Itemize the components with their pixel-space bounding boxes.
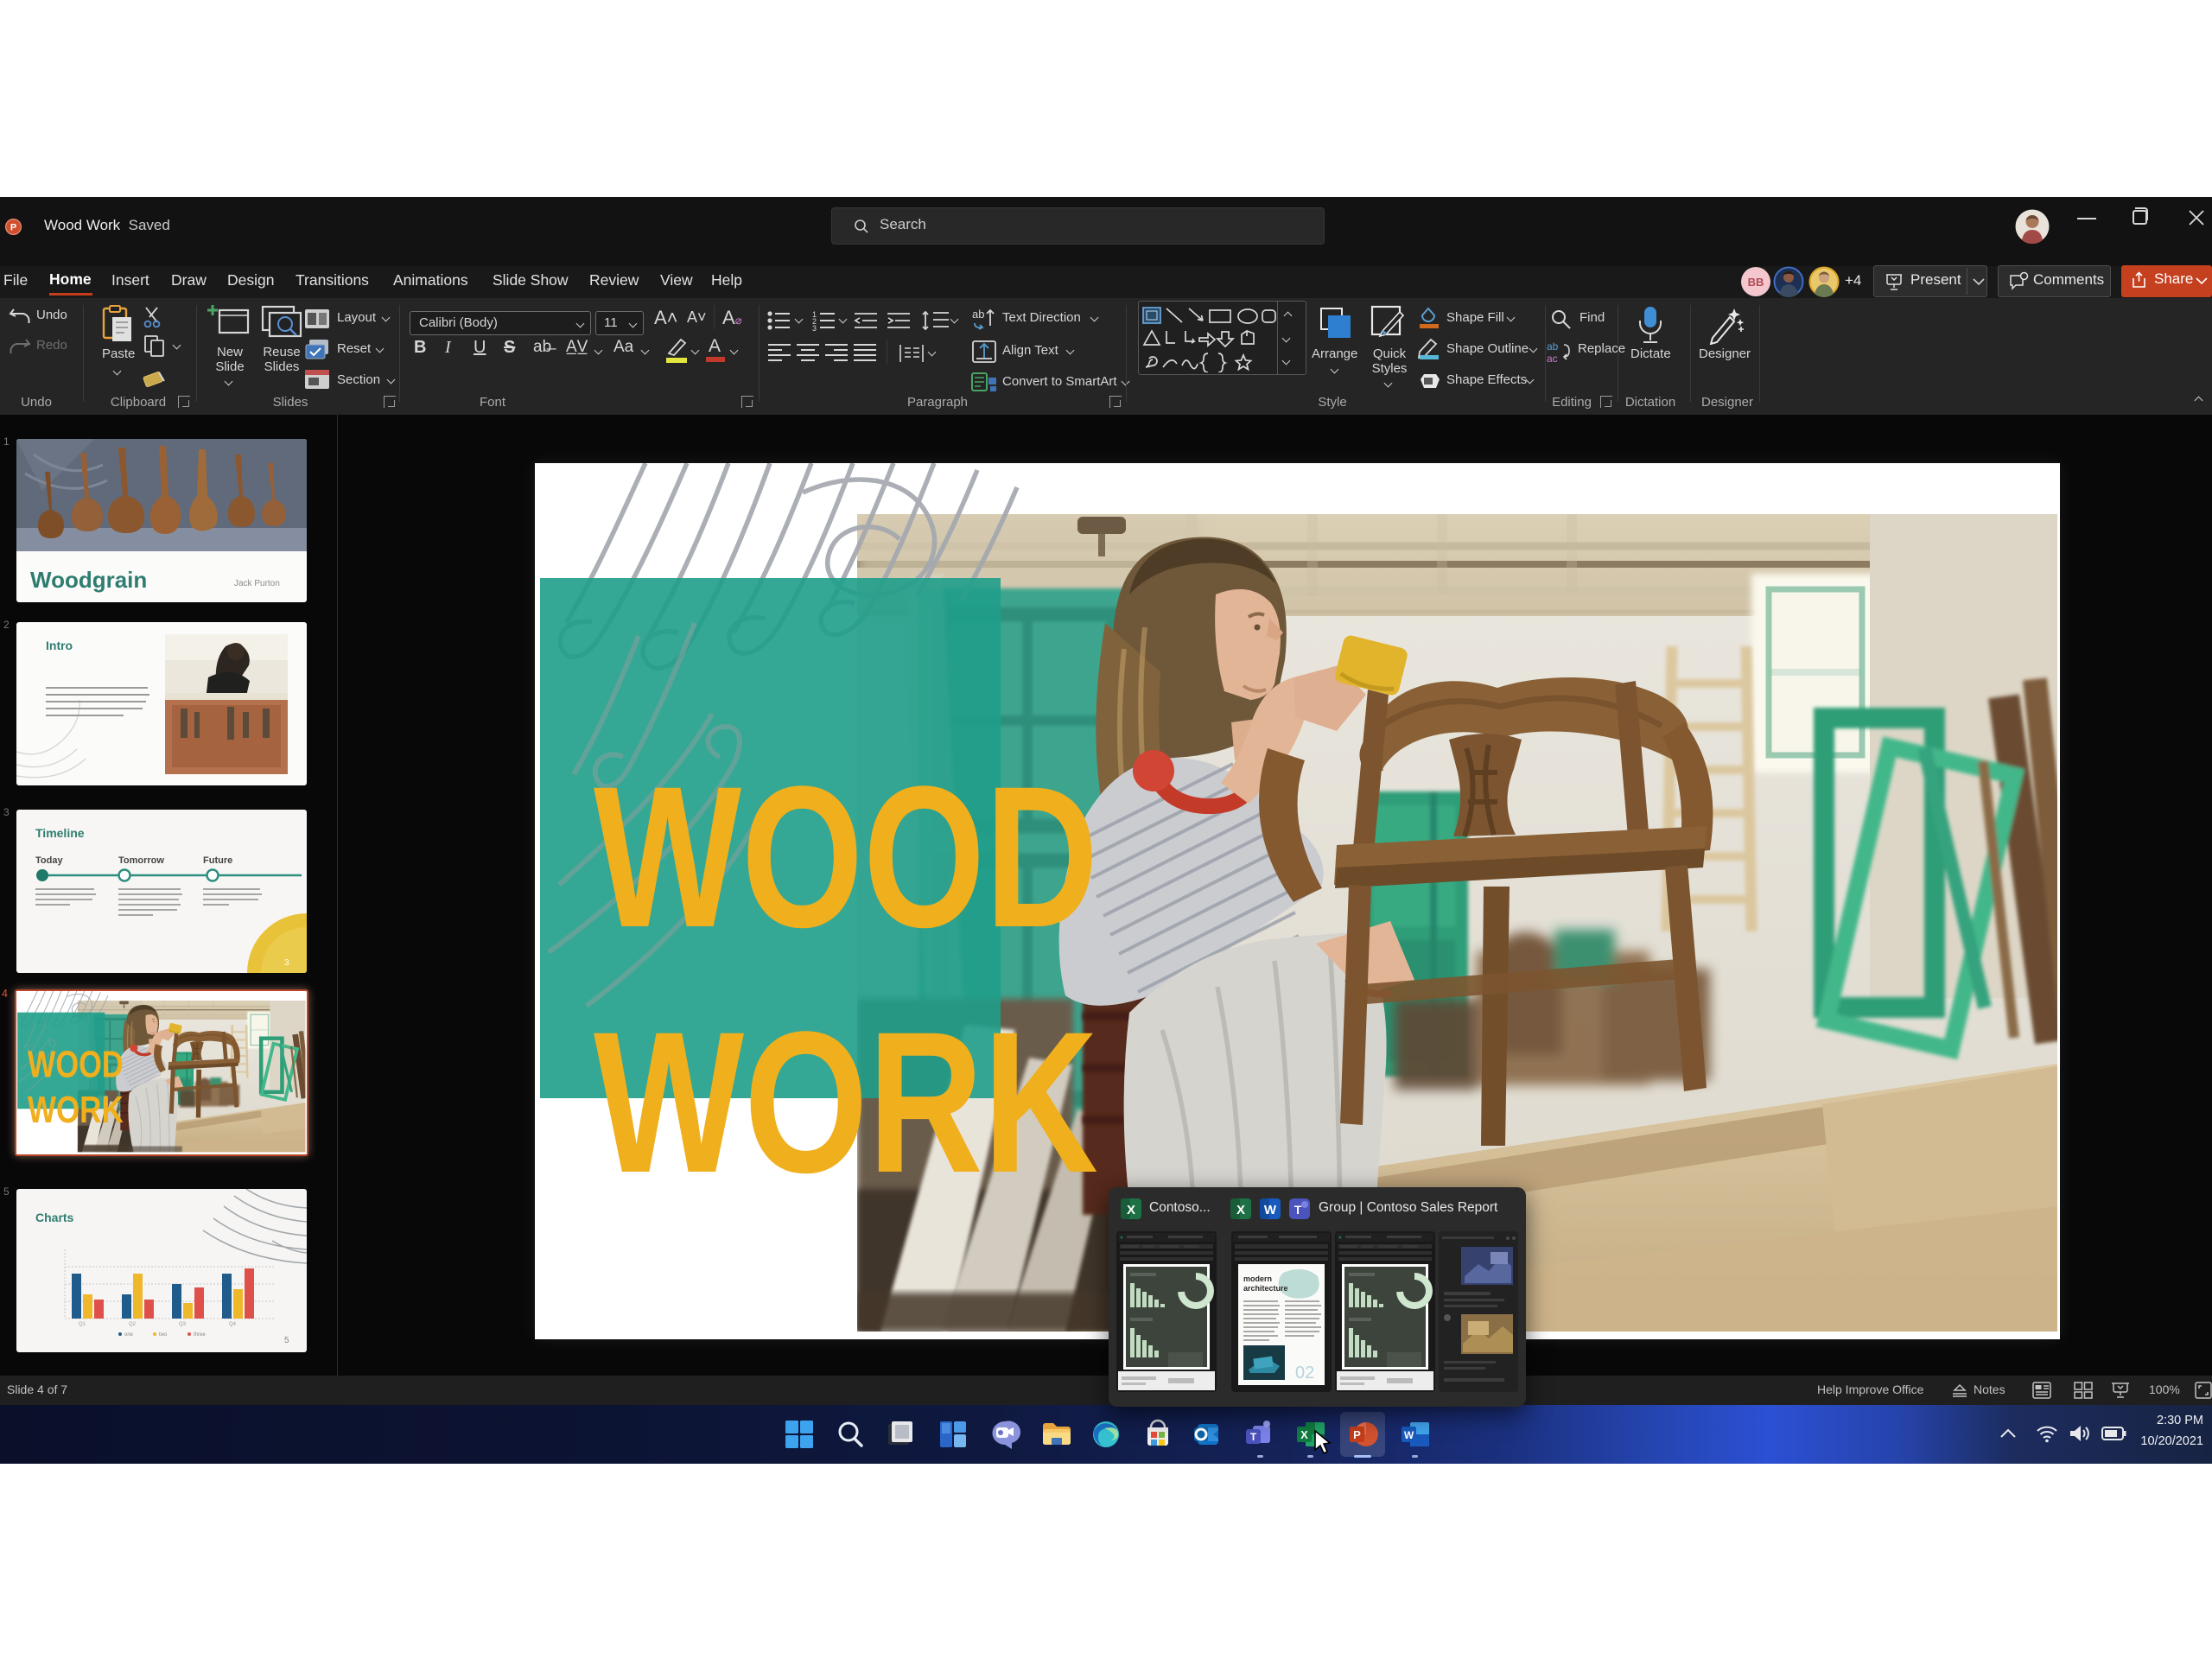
svg-text:ab: ab <box>972 308 984 321</box>
svg-text:X: X <box>1300 1428 1308 1441</box>
svg-text:T: T <box>1250 1431 1257 1443</box>
svg-text:Today: Today <box>35 855 63 866</box>
svg-text:X: X <box>1236 1203 1245 1217</box>
svg-text:Q3: Q3 <box>179 1322 187 1327</box>
svg-text:Q2: Q2 <box>129 1322 137 1327</box>
svg-text:Q1: Q1 <box>79 1322 86 1327</box>
svg-text:Timeline: Timeline <box>35 826 85 840</box>
svg-text:one: one <box>124 1332 134 1338</box>
svg-text:three: three <box>194 1332 206 1338</box>
svg-text:02: 02 <box>1295 1363 1314 1382</box>
svg-text:T: T <box>1294 1203 1302 1217</box>
svg-text:Charts: Charts <box>35 1211 74 1224</box>
svg-text:Q4: Q4 <box>229 1322 237 1327</box>
svg-text:Future: Future <box>203 855 232 866</box>
svg-text:ac: ac <box>1547 353 1558 364</box>
svg-text:Woodgrain: Woodgrain <box>30 567 147 593</box>
svg-text:P: P <box>10 222 16 232</box>
svg-text:Intro: Intro <box>46 639 73 652</box>
svg-text:W: W <box>1404 1429 1414 1441</box>
svg-text:X: X <box>1127 1203 1135 1217</box>
svg-text:modern: modern <box>1243 1274 1272 1283</box>
svg-text:Jack Purton: Jack Purton <box>234 579 280 588</box>
svg-text:P: P <box>1353 1428 1361 1441</box>
svg-text:BB: BB <box>1748 276 1764 289</box>
svg-text:ab: ab <box>1547 340 1559 353</box>
svg-text:Tomorrow: Tomorrow <box>118 855 164 866</box>
svg-text:W: W <box>1264 1203 1277 1217</box>
svg-text:3: 3 <box>812 324 817 331</box>
svg-text:architecture: architecture <box>1243 1284 1288 1293</box>
svg-text:5: 5 <box>284 1336 289 1345</box>
svg-text:3: 3 <box>284 958 289 968</box>
svg-text:two: two <box>159 1332 168 1338</box>
